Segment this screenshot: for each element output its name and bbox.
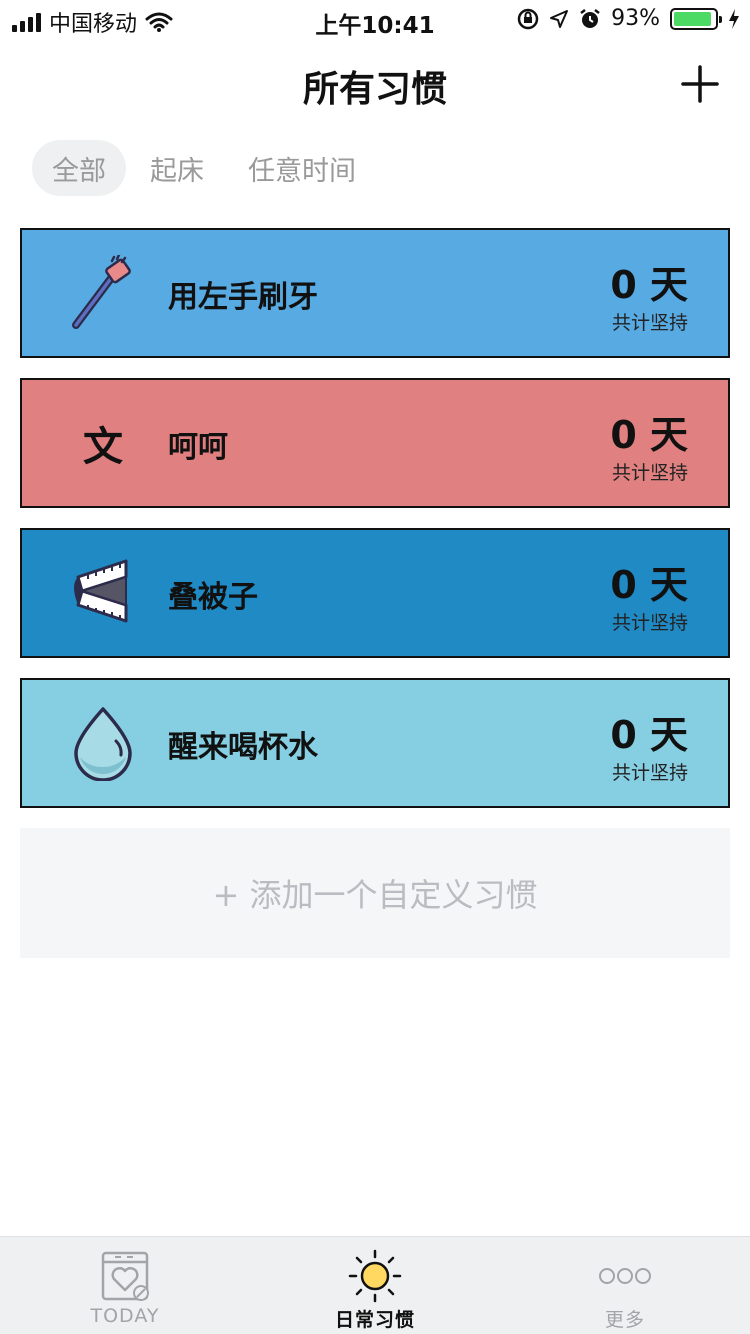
water-drop-icon [68,705,138,781]
tab-wake-up[interactable]: 起床 [130,140,224,196]
habit-count-label: 共计坚持 [611,312,688,334]
tab-bar-label: TODAY [90,1305,160,1327]
habit-name: 用左手刷牙 [168,280,318,315]
habit-count-label: 共计坚持 [611,612,688,634]
tab-bar-more[interactable]: 更多 [500,1237,750,1334]
rotation-lock-icon [517,8,539,29]
status-right: 93% [517,6,740,31]
page-title: 所有习惯 [302,69,447,110]
habit-name: 醒来喝杯水 [168,730,318,765]
add-custom-habit-button[interactable]: + 添加一个自定义习惯 [20,828,730,958]
text-icon: 文 [68,405,138,481]
battery-icon [670,7,722,30]
folded-blanket-icon [68,555,138,631]
more-icon [599,1268,651,1284]
filter-tabs: 全部 起床 任意时间 [32,140,376,196]
toothbrush-icon [68,255,138,331]
habit-card-hehe[interactable]: 文 呵呵 0 天 共计坚持 [20,378,730,508]
habit-day-count: 0 天 [610,563,688,607]
tab-bar-label: 日常习惯 [334,1309,415,1331]
tab-all[interactable]: 全部 [32,140,126,196]
location-icon [550,9,569,28]
tab-bar-daily-habits[interactable]: 日常习惯 [250,1237,500,1334]
calendar-heart-icon [101,1251,149,1301]
habit-name: 呵呵 [168,430,228,465]
sun-icon [348,1249,402,1303]
tab-bar: TODAY 日常习惯 更多 [0,1236,750,1334]
habit-count-label: 共计坚持 [611,762,688,784]
habit-day-count: 0 天 [610,263,688,307]
habit-day-count: 0 天 [610,713,688,757]
tab-bar-label: 更多 [604,1309,645,1331]
habit-count-label: 共计坚持 [611,462,688,484]
habit-card-brush-teeth[interactable]: 用左手刷牙 0 天 共计坚持 [20,228,730,358]
status-bar: 中国移动 上午10:41 93% [0,0,750,40]
habit-card-drink-water[interactable]: 醒来喝杯水 0 天 共计坚持 [20,678,730,808]
habit-name: 叠被子 [168,580,258,615]
add-habit-icon[interactable] [680,64,720,104]
tab-anytime[interactable]: 任意时间 [228,140,376,196]
tab-bar-today[interactable]: TODAY [0,1237,250,1334]
battery-percent: 93% [611,6,660,31]
habit-card-fold-blanket[interactable]: 叠被子 0 天 共计坚持 [20,528,730,658]
habit-day-count: 0 天 [610,413,688,457]
habit-list: 用左手刷牙 0 天 共计坚持 文 呵呵 0 天 共计坚持 叠被子 0 天 共计坚… [20,228,730,828]
alarm-icon [580,8,600,28]
charging-icon [729,8,739,29]
habit-icon-text: 文 [83,424,123,470]
